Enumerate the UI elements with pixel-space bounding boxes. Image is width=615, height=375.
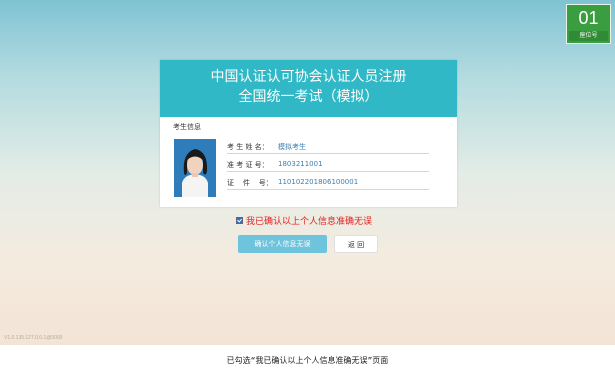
card-header: 中国认证认可协会认证人员注册 全国统一考试（模拟） xyxy=(160,60,457,117)
admission-number-label: 准 考 证 号： xyxy=(227,161,269,169)
confirm-info-button[interactable]: 确认个人信息无误 xyxy=(238,235,327,253)
name-value: 模拟考生 xyxy=(278,143,306,151)
confirm-checkbox[interactable] xyxy=(236,216,243,224)
seat-label: 座位号 xyxy=(569,31,608,41)
seat-number-badge: 01 座位号 xyxy=(566,4,611,44)
confirm-text[interactable]: 我已确认以上个人信息准确无误 xyxy=(246,214,372,227)
id-number-value: 110102201806100001 xyxy=(278,178,359,186)
candidate-info-label: 考生信息 xyxy=(173,123,201,131)
confirm-checkbox-row[interactable]: 我已确认以上个人信息准确无误 xyxy=(236,213,372,227)
name-label: 考 生 姓 名： xyxy=(227,143,269,151)
version-text: V1.0.135.127.0.0.1@0000 xyxy=(4,335,63,341)
admission-number-value: 1803211001 xyxy=(278,160,323,168)
admission-number-field: 准 考 证 号： 1803211001 xyxy=(227,157,429,172)
seat-number: 01 xyxy=(578,8,599,28)
candidate-photo xyxy=(174,139,216,197)
candidate-info-card: 中国认证认可协会认证人员注册 全国统一考试（模拟） 考生信息 考 生 姓 名： … xyxy=(160,60,457,207)
name-field: 考 生 姓 名： 模拟考生 xyxy=(227,139,429,154)
id-number-label: 证 件 号： xyxy=(227,179,273,187)
figure-caption: 已勾选“我已确认以上个人信息准确无误”页面 xyxy=(226,356,389,365)
exam-screen: 01 座位号 中国认证认可协会认证人员注册 全国统一考试（模拟） 考生信息 考 … xyxy=(0,0,615,345)
back-button[interactable]: 返 回 xyxy=(334,235,378,253)
exam-subtitle: 全国统一考试（模拟） xyxy=(238,89,379,105)
id-number-field: 证 件 号： 110102201806100001 xyxy=(227,175,429,190)
exam-title: 中国认证认可协会认证人员注册 xyxy=(210,69,407,85)
